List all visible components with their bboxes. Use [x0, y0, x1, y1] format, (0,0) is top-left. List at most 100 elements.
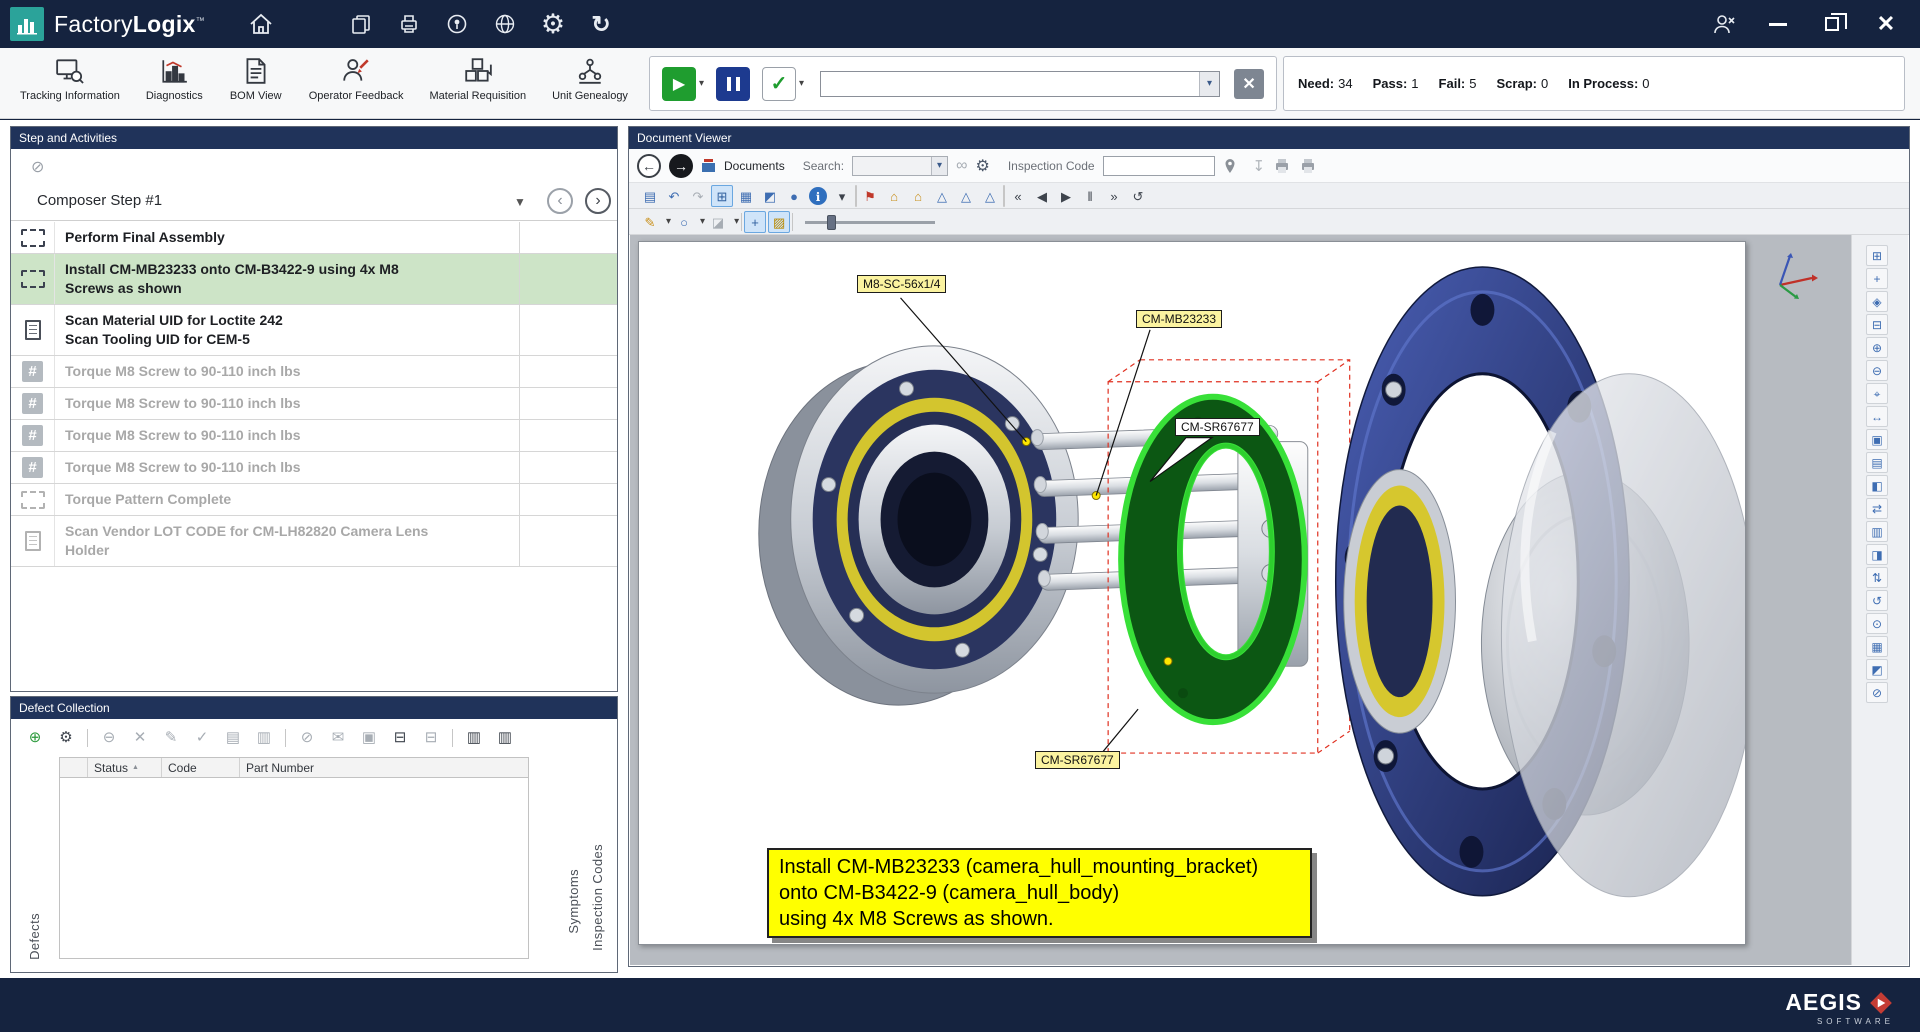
- cad-tool-icon[interactable]: ⌂: [907, 185, 929, 207]
- viewer-side-tool-icon[interactable]: ◩: [1866, 659, 1888, 680]
- step-selector[interactable]: Composer Step #1: [37, 192, 162, 209]
- cad-tool-icon[interactable]: △: [931, 185, 953, 207]
- document-sheet[interactable]: M8-SC-56x1/4 CM-MB23233 CM-SR67677 CM-SR…: [638, 241, 1746, 945]
- cad-tool-icon[interactable]: ↶: [663, 185, 685, 207]
- cad-tool-icon[interactable]: ↷: [687, 185, 709, 207]
- binoculars-icon[interactable]: ∞: [956, 157, 967, 175]
- viewer-side-tool-icon[interactable]: +: [1866, 268, 1888, 289]
- step-row[interactable]: Scan Material UID for Loctite 242Scan To…: [11, 305, 617, 356]
- cad-tool-icon[interactable]: ↺: [1127, 185, 1149, 207]
- highlight-tool-icon[interactable]: ▨: [768, 211, 790, 233]
- cad-tool-icon[interactable]: ⌂: [883, 185, 905, 207]
- defect-tool-icon[interactable]: ▥: [464, 728, 484, 748]
- complete-button[interactable]: ✓: [762, 67, 796, 101]
- step-row[interactable]: Install CM-MB23233 onto CM-B3422-9 using…: [11, 254, 617, 305]
- cad-3d-model[interactable]: [639, 242, 1745, 945]
- tab-defects[interactable]: Defects: [27, 913, 42, 960]
- step-row[interactable]: Scan Vendor LOT CODE for CM-LH82820 Came…: [11, 516, 617, 567]
- copy-pages-icon[interactable]: [341, 4, 381, 44]
- export-download-icon[interactable]: ↧: [1253, 157, 1266, 175]
- start-button[interactable]: ▶: [662, 67, 696, 101]
- viewer-side-tool-icon[interactable]: ⊘: [1866, 682, 1888, 703]
- viewer-side-tool-icon[interactable]: ⊖: [1866, 360, 1888, 381]
- defect-tool-icon[interactable]: ⊘: [297, 728, 317, 748]
- pencil-tool-icon[interactable]: ✎: [639, 211, 661, 233]
- defect-tool-icon[interactable]: ⚙: [56, 728, 76, 748]
- map-pin-icon[interactable]: [1223, 158, 1237, 174]
- cad-tool-icon[interactable]: [855, 185, 857, 207]
- viewer-canvas[interactable]: M8-SC-56x1/4 CM-MB23233 CM-SR67677 CM-SR…: [630, 235, 1852, 965]
- back-button[interactable]: ←: [637, 154, 661, 178]
- ribbon-tool-bom-view[interactable]: BOM View: [221, 52, 291, 102]
- tab-inspection-codes[interactable]: Inspection Codes: [590, 844, 605, 951]
- sync-icon[interactable]: ↻: [581, 4, 621, 44]
- defect-table-body[interactable]: [60, 778, 528, 958]
- viewer-side-tool-icon[interactable]: ◨: [1866, 544, 1888, 565]
- orientation-triad-icon[interactable]: [1766, 251, 1818, 299]
- search-input[interactable]: [853, 157, 931, 175]
- defect-tool-icon[interactable]: ▥: [495, 728, 515, 748]
- cad-tool-icon[interactable]: ⊞: [711, 185, 733, 207]
- cad-tool-icon[interactable]: ▶: [1055, 185, 1077, 207]
- defect-tool-icon[interactable]: ✕: [130, 728, 150, 748]
- viewer-side-tool-icon[interactable]: ⊟: [1866, 314, 1888, 335]
- previous-step-button[interactable]: ‹: [547, 188, 573, 214]
- settings-gear-icon[interactable]: ⚙: [533, 4, 573, 44]
- cad-tool-icon[interactable]: «: [1007, 185, 1029, 207]
- viewer-side-tool-icon[interactable]: ⊙: [1866, 613, 1888, 634]
- step-row[interactable]: # Torque M8 Screw to 90-110 inch lbs: [11, 356, 617, 388]
- zoom-slider[interactable]: [805, 211, 935, 233]
- location-icon[interactable]: [437, 4, 477, 44]
- defect-tool-icon[interactable]: ✉: [328, 728, 348, 748]
- forward-button[interactable]: →: [669, 154, 693, 178]
- defect-tool-icon[interactable]: [87, 729, 88, 747]
- defect-tool-icon[interactable]: ▣: [359, 728, 379, 748]
- defect-tool-icon[interactable]: ▥: [254, 728, 274, 748]
- viewer-side-tool-icon[interactable]: ⇅: [1866, 567, 1888, 588]
- cad-tool-icon[interactable]: △: [979, 185, 1001, 207]
- header-cell-status[interactable]: Status▲: [88, 758, 162, 777]
- step-row[interactable]: Perform Final Assembly: [11, 222, 617, 254]
- printer-icon[interactable]: [389, 4, 429, 44]
- tab-symptoms[interactable]: Symptoms: [566, 869, 581, 934]
- viewer-side-tool-icon[interactable]: ◧: [1866, 475, 1888, 496]
- pencil-dropdown-caret[interactable]: ▾: [666, 216, 671, 227]
- step-row[interactable]: Torque Pattern Complete: [11, 484, 617, 516]
- cad-tool-icon[interactable]: »: [1103, 185, 1125, 207]
- defect-tool-icon[interactable]: ▤: [223, 728, 243, 748]
- globe-icon[interactable]: [485, 4, 525, 44]
- ribbon-tool-operator-feedback[interactable]: Operator Feedback: [301, 52, 412, 102]
- cancel-button[interactable]: ✕: [1234, 69, 1264, 99]
- inspection-code-input[interactable]: [1103, 156, 1215, 176]
- shape-tool-icon[interactable]: ○: [673, 211, 695, 233]
- home-icon[interactable]: [241, 4, 281, 44]
- viewer-side-tool-icon[interactable]: ⊕: [1866, 337, 1888, 358]
- defect-tool-icon[interactable]: ⊟: [421, 728, 441, 748]
- viewer-side-tool-icon[interactable]: ▣: [1866, 429, 1888, 450]
- next-step-button[interactable]: ›: [585, 188, 611, 214]
- zoom-slider-handle[interactable]: [827, 215, 836, 230]
- print-preview-icon[interactable]: [1299, 157, 1317, 174]
- minimize-button[interactable]: [1758, 4, 1798, 44]
- cad-tool-icon[interactable]: ▦: [735, 185, 757, 207]
- cad-tool-icon[interactable]: ▤: [639, 185, 661, 207]
- viewer-side-tool-icon[interactable]: ⊞: [1866, 245, 1888, 266]
- viewer-side-tool-icon[interactable]: ⌖: [1866, 383, 1888, 404]
- start-dropdown-caret[interactable]: ▾: [699, 78, 704, 89]
- cad-tool-icon[interactable]: ‖: [1079, 185, 1101, 207]
- ribbon-tool-diagnostics[interactable]: Diagnostics: [138, 52, 211, 102]
- sign-out-user-icon[interactable]: [1704, 4, 1744, 44]
- print-icon[interactable]: [1273, 157, 1291, 174]
- defect-tool-icon[interactable]: ✎: [161, 728, 181, 748]
- eraser-tool-icon[interactable]: ◪: [707, 211, 729, 233]
- defect-tool-icon[interactable]: [285, 729, 286, 747]
- defect-tool-icon[interactable]: ⊕: [25, 728, 45, 748]
- cad-tool-icon[interactable]: △: [955, 185, 977, 207]
- cad-tool-icon[interactable]: ℹ: [809, 187, 827, 205]
- eraser-dropdown-caret[interactable]: ▾: [734, 216, 739, 227]
- cad-tool-icon[interactable]: ◩: [759, 185, 781, 207]
- viewer-side-tool-icon[interactable]: ↺: [1866, 590, 1888, 611]
- viewer-side-tool-icon[interactable]: ◈: [1866, 291, 1888, 312]
- defect-tool-icon[interactable]: ⊖: [99, 728, 119, 748]
- step-row[interactable]: # Torque M8 Screw to 90-110 inch lbs: [11, 452, 617, 484]
